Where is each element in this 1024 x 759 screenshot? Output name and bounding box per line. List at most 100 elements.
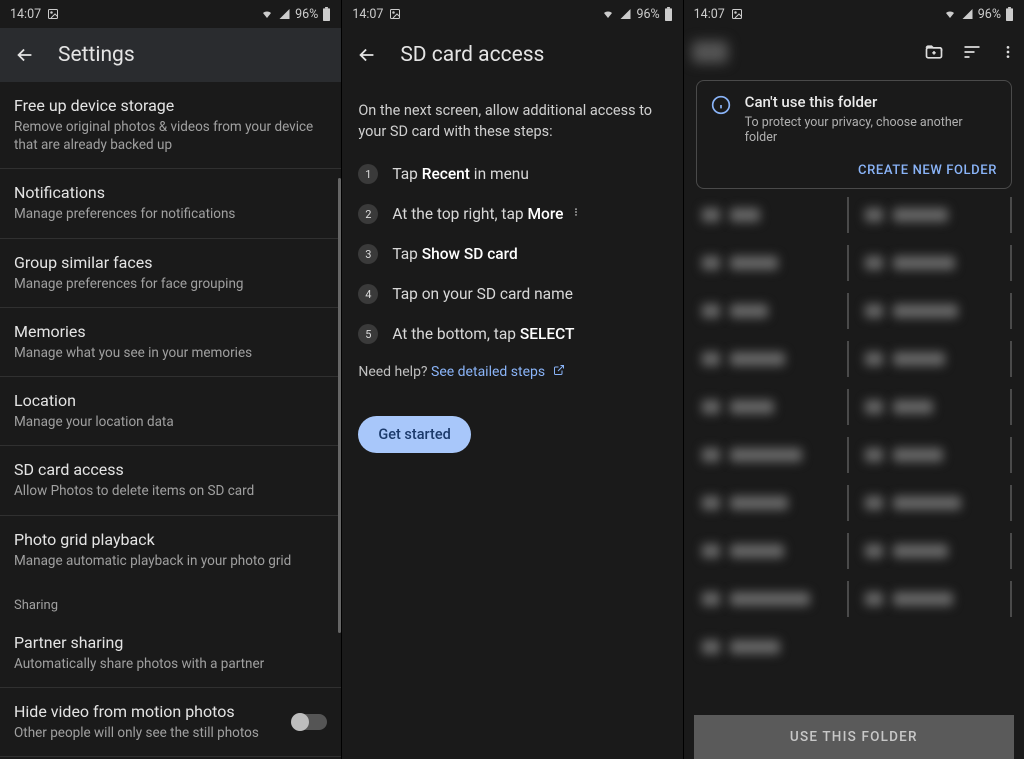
image-notification-icon bbox=[47, 8, 59, 20]
create-new-folder-button[interactable]: CREATE NEW FOLDER bbox=[711, 163, 997, 178]
file-picker-toolbar bbox=[684, 28, 1024, 76]
step-text: At the top right, tap bbox=[392, 205, 527, 223]
get-started-button[interactable]: Get started bbox=[358, 416, 470, 453]
folder-item[interactable] bbox=[696, 533, 849, 569]
folder-item[interactable] bbox=[696, 437, 849, 473]
steps-list: 1 Tap Recent in menu 2 At the top right,… bbox=[342, 154, 682, 354]
step-bold: More bbox=[527, 205, 563, 223]
folder-item[interactable] bbox=[696, 389, 849, 425]
help-text: Need help? See detailed steps bbox=[342, 354, 682, 390]
folder-item[interactable] bbox=[859, 485, 1012, 521]
settings-item-partner-sharing[interactable]: Partner sharing Automatically share phot… bbox=[0, 619, 341, 688]
li-title: Notifications bbox=[14, 183, 327, 202]
signal-icon bbox=[619, 8, 632, 20]
settings-item-sd-card-access[interactable]: SD card access Allow Photos to delete it… bbox=[0, 446, 341, 515]
settings-item-notifications[interactable]: Notifications Manage preferences for not… bbox=[0, 169, 341, 238]
li-sub: Manage preferences for notifications bbox=[14, 205, 327, 223]
settings-item-photo-grid-playback[interactable]: Photo grid playback Manage automatic pla… bbox=[0, 516, 341, 584]
status-bar: 14:07 96% bbox=[342, 0, 682, 28]
image-notification-icon bbox=[731, 8, 743, 20]
status-bar: 14:07 96% bbox=[0, 0, 341, 28]
sort-icon[interactable] bbox=[962, 42, 982, 62]
new-folder-icon[interactable] bbox=[924, 42, 944, 62]
step-bold: Show SD card bbox=[422, 245, 518, 263]
settings-item-memories[interactable]: Memories Manage what you see in your mem… bbox=[0, 308, 341, 377]
status-bar: 14:07 96% bbox=[684, 0, 1024, 28]
clock: 14:07 bbox=[694, 7, 725, 22]
step-text: in menu bbox=[470, 165, 529, 183]
li-title: Hide video from motion photos bbox=[14, 702, 259, 721]
folder-item[interactable] bbox=[859, 197, 1012, 233]
page-title: SD card access bbox=[400, 43, 544, 67]
more-vert-icon[interactable] bbox=[1000, 42, 1016, 62]
folder-item[interactable] bbox=[859, 533, 1012, 569]
folder-item[interactable] bbox=[696, 293, 849, 329]
li-title: Location bbox=[14, 391, 327, 410]
section-header-sharing: Sharing bbox=[0, 584, 341, 619]
settings-list: Free up device storage Remove original p… bbox=[0, 82, 341, 759]
back-icon[interactable] bbox=[356, 44, 378, 66]
step-4: 4 Tap on your SD card name bbox=[358, 274, 666, 314]
clock: 14:07 bbox=[352, 7, 383, 22]
step-number: 4 bbox=[358, 284, 378, 304]
li-sub: Allow Photos to delete items on SD card bbox=[14, 482, 327, 500]
folder-item[interactable] bbox=[696, 581, 849, 617]
help-link[interactable]: See detailed steps bbox=[431, 364, 545, 380]
help-prefix: Need help? bbox=[358, 364, 431, 380]
li-sub: Remove original photos & videos from you… bbox=[14, 118, 327, 154]
folder-item[interactable] bbox=[696, 485, 849, 521]
external-link-icon bbox=[549, 364, 564, 380]
li-sub: Manage your location data bbox=[14, 413, 327, 431]
li-sub: Automatically share photos with a partne… bbox=[14, 655, 327, 673]
location-chip-blurred bbox=[692, 41, 728, 63]
step-text: Tap bbox=[392, 245, 421, 263]
signal-icon bbox=[278, 8, 291, 20]
settings-item-location[interactable]: Location Manage your location data bbox=[0, 377, 341, 446]
battery-icon bbox=[1005, 7, 1014, 21]
li-sub: Manage what you see in your memories bbox=[14, 344, 327, 362]
folder-item[interactable] bbox=[859, 581, 1012, 617]
app-bar: Settings bbox=[0, 28, 341, 82]
folder-item[interactable] bbox=[696, 629, 849, 665]
folder-item[interactable] bbox=[859, 389, 1012, 425]
li-sub: Other people will only see the still pho… bbox=[14, 724, 259, 742]
settings-item-group-faces[interactable]: Group similar faces Manage preferences f… bbox=[0, 239, 341, 308]
folder-item[interactable] bbox=[859, 341, 1012, 377]
folder-item[interactable] bbox=[696, 245, 849, 281]
li-title: Partner sharing bbox=[14, 633, 327, 652]
clock: 14:07 bbox=[10, 7, 41, 22]
battery-icon bbox=[664, 7, 673, 21]
info-icon bbox=[711, 95, 737, 145]
folder-item[interactable] bbox=[859, 437, 1012, 473]
settings-item-free-up-storage[interactable]: Free up device storage Remove original p… bbox=[0, 82, 341, 169]
signal-icon bbox=[961, 8, 974, 20]
battery-text: 96% bbox=[978, 7, 1001, 22]
folder-item[interactable] bbox=[696, 197, 849, 233]
image-notification-icon bbox=[389, 8, 401, 20]
step-bold: Recent bbox=[422, 165, 470, 183]
folder-grid-blurred bbox=[684, 197, 1024, 665]
settings-item-hide-video[interactable]: Hide video from motion photos Other peop… bbox=[0, 688, 341, 757]
wifi-icon bbox=[260, 8, 274, 20]
step-text: Tap on your SD card name bbox=[392, 285, 573, 303]
step-text: At the bottom, tap bbox=[392, 325, 519, 343]
step-5: 5 At the bottom, tap SELECT bbox=[358, 314, 666, 354]
toggle-switch[interactable] bbox=[293, 714, 327, 730]
use-this-folder-button[interactable]: USE THIS FOLDER bbox=[694, 715, 1014, 759]
folder-item[interactable] bbox=[696, 341, 849, 377]
li-sub: Manage preferences for face grouping bbox=[14, 275, 327, 293]
back-icon[interactable] bbox=[14, 44, 36, 66]
li-title: Free up device storage bbox=[14, 96, 327, 115]
info-title: Can't use this folder bbox=[745, 93, 997, 111]
li-title: SD card access bbox=[14, 460, 327, 479]
step-1: 1 Tap Recent in menu bbox=[358, 154, 666, 194]
step-3: 3 Tap Show SD card bbox=[358, 234, 666, 274]
app-bar: SD card access bbox=[342, 28, 682, 82]
folder-item[interactable] bbox=[859, 293, 1012, 329]
folder-item[interactable] bbox=[859, 245, 1012, 281]
wifi-icon bbox=[601, 8, 615, 20]
info-card: Can't use this folder To protect your pr… bbox=[696, 80, 1012, 189]
step-number: 2 bbox=[358, 204, 378, 224]
intro-text: On the next screen, allow additional acc… bbox=[342, 82, 682, 154]
battery-icon bbox=[322, 7, 331, 21]
